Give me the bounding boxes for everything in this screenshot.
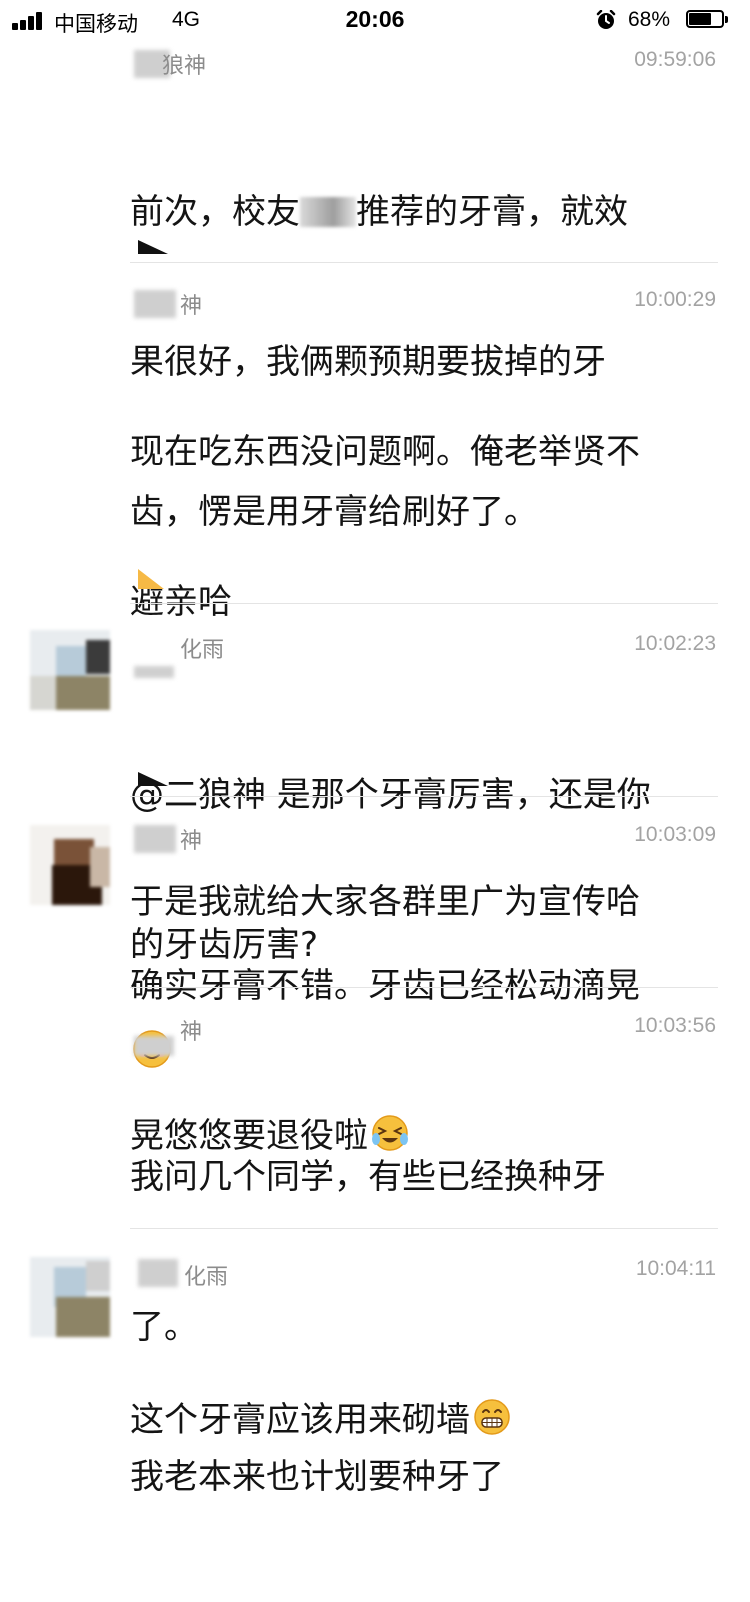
chat-message[interactable]: 狼神 09:59:06 前次，校友 推荐的牙膏，就效 果很好，我俩颗预期要拔掉的牙…: [0, 40, 750, 532]
redacted-name-mask: [134, 290, 176, 318]
sender-name: 化雨: [180, 638, 225, 663]
chat-message[interactable]: 化雨 10:04:11 这个牙膏应该用来砌墙: [0, 1229, 750, 1440]
message-time: 10:03:56: [634, 1014, 716, 1037]
message-time: 10:00:29: [634, 288, 716, 311]
message-time: 10:03:09: [634, 823, 716, 846]
status-bar: 中国移动 4G 20:06 68%: [0, 0, 750, 40]
avatar[interactable]: [30, 630, 110, 710]
avatar[interactable]: [30, 825, 110, 905]
sender-name: 狼神: [162, 54, 207, 79]
message-line: 这个牙膏应该用来砌墙: [130, 1395, 720, 1445]
redacted-name-mask: [300, 197, 356, 227]
avatar[interactable]: [30, 1257, 110, 1337]
message-line: 前次，校友 推荐的牙膏，就效: [130, 192, 628, 232]
message-text[interactable]: 这个牙膏应该用来砌墙: [130, 1295, 720, 1545]
message-time: 09:59:06: [634, 48, 716, 71]
message-time: 10:04:11: [635, 1257, 716, 1280]
message-line: 现在吃东西没问题啊。俺老举贤不: [130, 432, 640, 472]
sender-name: 神: [180, 829, 203, 854]
chat-message[interactable]: 神 10:03:56 我问几个同学，有些已经换种牙 了。 我老本来也计划要种牙了: [0, 988, 750, 1497]
chat-message[interactable]: 化雨 10:02:23 @二狼神 是那个牙膏厉害，还是你 的牙齿厉害?: [0, 604, 750, 965]
sender-name: 神: [180, 294, 203, 319]
redacted-name-mask: [138, 1259, 178, 1287]
sender-name: 神: [180, 1020, 203, 1045]
battery-icon: [686, 10, 730, 30]
battery-percent: 68%: [628, 8, 671, 31]
chat-message[interactable]: 神 10:00:29 现在吃东西没问题啊。俺老举贤不 避亲哈 于是我就给大家各群…: [0, 263, 750, 1068]
sender-name: 化雨: [184, 1265, 229, 1290]
message-time: 10:02:23: [634, 632, 716, 655]
message-line: 我问几个同学，有些已经换种牙: [130, 1157, 606, 1197]
chat-message[interactable]: 神 10:03:09 确实牙膏不错。牙齿已经松动滴晃 晃悠悠要退役啦: [0, 797, 750, 1156]
redacted-name-mask: [134, 825, 176, 853]
alarm-clock-icon: [596, 10, 616, 29]
grinning-face-emoji: [474, 1399, 510, 1435]
